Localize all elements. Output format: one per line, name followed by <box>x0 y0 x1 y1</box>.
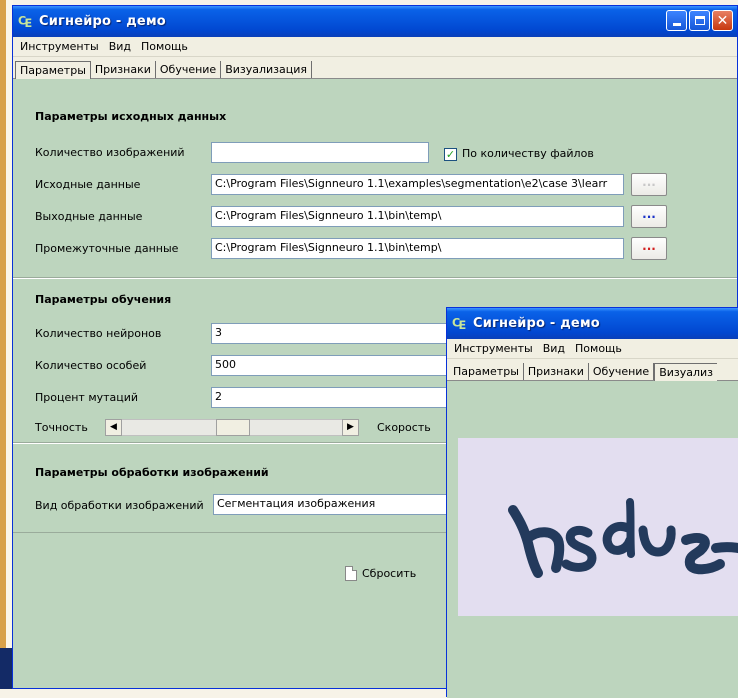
accuracy-label: Точность <box>35 421 88 434</box>
close-icon: ✕ <box>716 12 729 29</box>
window-title: Сигнейро - демо <box>39 14 166 29</box>
image-count-input[interactable] <box>211 142 429 163</box>
visualization-menubar: Инструменты Вид Помощь <box>447 339 738 359</box>
speed-label: Скорость <box>377 421 431 434</box>
captcha-drawing <box>508 498 738 578</box>
menu-help[interactable]: Помощь <box>136 40 193 53</box>
processing-type-select[interactable]: Сегментация изображения <box>213 494 453 515</box>
close-button[interactable]: ✕ <box>712 10 733 31</box>
individuals-input[interactable]: 500 <box>211 355 451 376</box>
minimize-icon <box>672 23 681 26</box>
tab-features[interactable]: Признаки <box>523 363 589 380</box>
menubar: Инструменты Вид Помощь <box>13 37 737 57</box>
main-titlebar[interactable]: ₠ Сигнейро - демо ✕ <box>13 6 737 37</box>
output-label: Выходные данные <box>35 210 143 223</box>
menu-view[interactable]: Вид <box>104 40 136 53</box>
visualization-tab-bar: Параметры Признаки Обучение Визуализ <box>447 359 738 381</box>
menu-tools[interactable]: Инструменты <box>15 40 104 53</box>
tab-parameters[interactable]: Параметры <box>15 61 91 79</box>
maximize-button[interactable] <box>689 10 710 31</box>
captcha-image <box>458 438 738 616</box>
slider-right-button[interactable]: ▶ <box>342 419 359 436</box>
window-controls: ✕ <box>666 10 733 31</box>
visualization-area <box>447 382 738 698</box>
slider-thumb[interactable] <box>216 419 250 436</box>
source-label: Исходные данные <box>35 178 141 191</box>
tab-training[interactable]: Обучение <box>588 363 655 380</box>
output-browse-button[interactable]: ... <box>631 205 667 228</box>
source-path-input[interactable]: C:\Program Files\Signneuro 1.1\examples\… <box>211 174 624 195</box>
training-section-title: Параметры обучения <box>35 293 172 306</box>
maximize-icon <box>694 16 705 25</box>
accuracy-speed-slider[interactable]: ◀ ▶ <box>105 419 359 436</box>
tab-visualization[interactable]: Визуализ <box>654 363 718 381</box>
tab-parameters[interactable]: Параметры <box>449 363 524 380</box>
processing-type-label: Вид обработки изображений <box>35 499 204 512</box>
individuals-label: Количество особей <box>35 359 147 372</box>
image-count-label: Количество изображений <box>35 146 185 159</box>
minimize-button[interactable] <box>666 10 687 31</box>
processing-section-title: Параметры обработки изображений <box>35 466 269 479</box>
neurons-label: Количество нейронов <box>35 327 162 340</box>
slider-left-button[interactable]: ◀ <box>105 419 122 436</box>
orange-stripe <box>0 0 6 689</box>
visualization-window-title: Сигнейро - демо <box>473 316 600 331</box>
tab-features[interactable]: Признаки <box>90 61 156 78</box>
reset-label: Сбросить <box>362 567 417 580</box>
tab-visualization[interactable]: Визуализация <box>221 61 313 78</box>
visualization-window: ₠ Сигнейро - демо Инструменты Вид Помощь… <box>446 307 738 698</box>
input-data-section: Параметры исходных данных Количество изо… <box>13 88 737 278</box>
app-icon: ₠ <box>452 314 466 333</box>
mutation-input[interactable]: 2 <box>211 387 451 408</box>
tab-bar: Параметры Признаки Обучение Визуализация <box>13 57 737 79</box>
input-section-title: Параметры исходных данных <box>35 110 227 123</box>
neurons-input[interactable]: 3 <box>211 323 451 344</box>
reset-button[interactable]: Сбросить <box>345 566 416 581</box>
source-browse-button[interactable]: ... <box>631 173 667 196</box>
visualization-titlebar[interactable]: ₠ Сигнейро - демо <box>447 308 738 339</box>
mutation-label: Процент мутаций <box>35 391 139 404</box>
tab-training[interactable]: Обучение <box>155 61 222 78</box>
app-icon: ₠ <box>18 12 32 31</box>
by-file-count-label: По количеству файлов <box>462 147 594 160</box>
intermediate-label: Промежуточные данные <box>35 242 179 255</box>
output-path-input[interactable]: C:\Program Files\Signneuro 1.1\bin\temp\ <box>211 206 624 227</box>
intermediate-path-input[interactable]: C:\Program Files\Signneuro 1.1\bin\temp\ <box>211 238 624 259</box>
by-file-count-checkbox[interactable]: ✓ <box>444 148 457 161</box>
document-icon <box>345 566 357 581</box>
menu-view[interactable]: Вид <box>538 342 570 355</box>
intermediate-browse-button[interactable]: ... <box>631 237 667 260</box>
menu-help[interactable]: Помощь <box>570 342 627 355</box>
menu-tools[interactable]: Инструменты <box>449 342 538 355</box>
